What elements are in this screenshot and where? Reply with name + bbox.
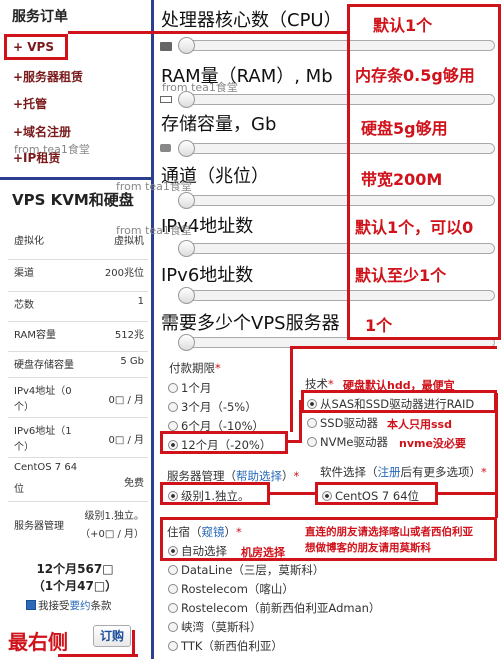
location-option[interactable]: Rostelecom（喀山） [168, 581, 294, 597]
watermark: from tea1食堂 [14, 143, 90, 156]
software-highlight [315, 482, 438, 505]
location-option[interactable]: Rostelecom（前新西伯利亚Adman） [168, 600, 380, 616]
agree-checkbox[interactable] [26, 600, 36, 610]
annot-vps-count: 1个 [365, 316, 393, 335]
nvme-annot: nvme没必要 [399, 437, 466, 450]
param-ipv6-label: IPv6地址数 [161, 265, 254, 286]
slider-handle[interactable] [178, 287, 195, 304]
payment-option[interactable]: 3个月（-5%） [168, 399, 257, 415]
agree-row: 我接受要约条款 [26, 598, 112, 613]
payment-highlight [160, 431, 288, 454]
price-line-1: 12个月567□ [36, 562, 114, 576]
spec-row: IPv4地址（0 个） 0□ / 月 [8, 382, 148, 418]
tech-highlight [301, 390, 497, 413]
price-line-2: （1个月47□） [32, 579, 118, 593]
location-annot-2: 想做博客的朋友请用莫斯科 [305, 542, 431, 554]
vertical-divider [151, 0, 154, 659]
annot-ipv6: 默认至少1个 [355, 266, 447, 285]
location-option[interactable]: TTK（新西伯利亚） [168, 638, 283, 654]
ram-icon [160, 96, 172, 103]
payment-title: 付款期限* [169, 361, 221, 375]
spec-row: 服务器管理 级别1.独立。 （+0□ / 月） [14, 511, 144, 540]
order-button[interactable]: 订购 [93, 625, 131, 647]
spec-row: 芯数 1 [8, 296, 148, 322]
spec-row: 渠道 200兆位 [8, 264, 148, 292]
annot-ram: 内存条0.5g够用 [355, 66, 475, 85]
watermark: from tea1食堂 [116, 224, 192, 237]
mgmt-highlight [160, 482, 270, 505]
disk-icon [160, 144, 171, 152]
connector-line [132, 630, 135, 656]
annot-cpu: 默认1个 [373, 16, 433, 35]
annot-storage: 硬盘5g够用 [361, 119, 448, 138]
connector-line [299, 400, 302, 443]
tech-option-nvme[interactable]: NVMe驱动器 [307, 434, 388, 450]
slider-handle[interactable] [178, 192, 195, 209]
software-title: 软件选择（注册后有更多选项）* [320, 465, 487, 479]
slider-handle[interactable] [178, 334, 195, 351]
sidebar: 服务订单 + VPS +服务器租赁 +托管 +域名注册 +IP租赁 VPS KV… [0, 0, 150, 659]
vps-menu-highlight [4, 34, 68, 60]
rightmost-annotation: 最右侧 [8, 630, 68, 654]
spec-row: RAM容量 512兆 [8, 326, 148, 352]
connector-line [290, 346, 293, 432]
tech-option-ssd[interactable]: SSD驱动器 [307, 415, 378, 431]
slider-handle[interactable] [178, 240, 195, 257]
connector-line [495, 393, 498, 518]
slider-handle[interactable] [178, 37, 195, 54]
ssd-annot: 本人只用ssd [387, 418, 452, 431]
slider-handle[interactable] [178, 140, 195, 157]
watermark: from tea1食堂 [116, 180, 192, 193]
location-option[interactable]: DataLine（三层，莫斯科） [168, 562, 324, 578]
payment-option[interactable]: 1个月 [168, 380, 211, 396]
connector-line [270, 492, 316, 495]
menu-hosting[interactable]: +托管 [13, 95, 47, 112]
main-panel: 处理器核心数（CPU） RAM量（RAM）, Mb 存储容量，Gb 通道（兆位）… [155, 0, 504, 659]
menu-domain[interactable]: +域名注册 [13, 123, 71, 140]
chip-icon [160, 42, 172, 51]
menu-server-rental[interactable]: +服务器租赁 [13, 68, 83, 85]
order-title: 服务订单 [12, 9, 68, 25]
location-annot-1: 直连的朋友请选择喀山或者西伯利亚 [305, 526, 473, 538]
connector-line [290, 346, 497, 349]
connector-line [437, 492, 497, 495]
connector-line [58, 654, 138, 657]
spec-row: IPv6地址（1 个） 0□ / 月 [8, 422, 148, 458]
spec-row: CentOS 7 64 位免费 [8, 462, 148, 502]
param-vps-count-label: 需要多少个VPS服务器 [161, 313, 340, 334]
location-option[interactable]: 峡湾（莫斯科） [168, 619, 262, 635]
annot-channel: 带宽200M [361, 170, 443, 189]
offer-link[interactable]: 要约 [70, 600, 91, 612]
param-storage-label: 存储容量，Gb [161, 114, 277, 135]
watermark: from tea1食堂 [162, 81, 238, 94]
connector-line [68, 31, 348, 34]
spec-row: 硬盘存储容量 5 Gb [8, 356, 148, 378]
annot-ipv4: 默认1个，可以0 [355, 218, 474, 237]
param-cpu-label: 处理器核心数（CPU） [161, 10, 342, 31]
